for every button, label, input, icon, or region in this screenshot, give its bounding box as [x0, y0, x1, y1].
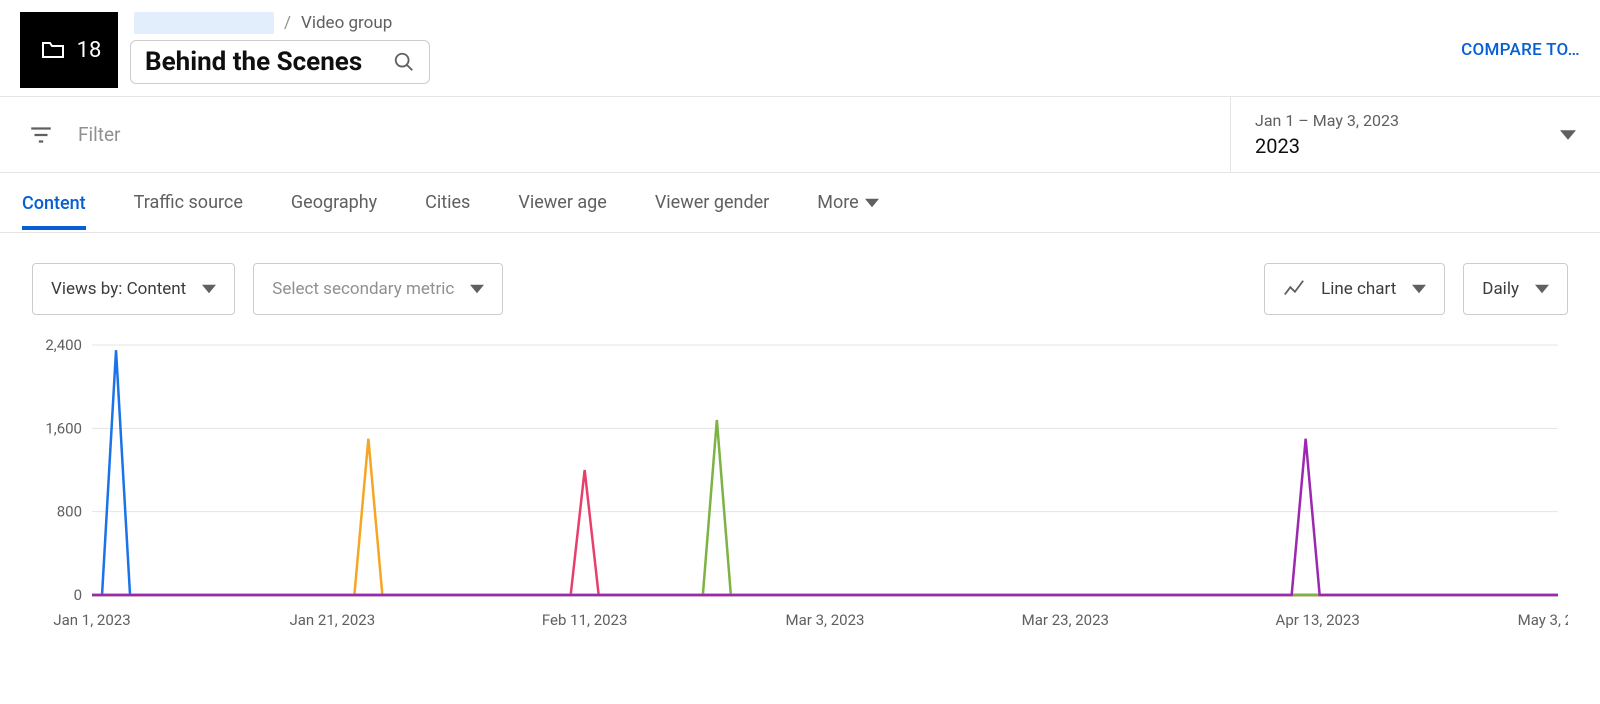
tab-viewer-age[interactable]: Viewer age — [518, 176, 606, 229]
chevron-down-icon — [865, 196, 879, 210]
date-year-text: 2023 — [1255, 134, 1399, 158]
svg-text:Mar 23, 2023: Mar 23, 2023 — [1022, 611, 1109, 629]
svg-text:Apr 13, 2023: Apr 13, 2023 — [1276, 611, 1360, 629]
chart-type-label: Line chart — [1321, 279, 1396, 299]
tabs-row: Content Traffic source Geography Cities View… — [0, 173, 1600, 233]
folder-badge[interactable]: 18 — [20, 12, 118, 88]
svg-text:2,400: 2,400 — [45, 336, 82, 354]
secondary-metric-dropdown[interactable]: Select secondary metric — [253, 263, 503, 315]
views-by-dropdown[interactable]: Views by: Content — [32, 263, 235, 315]
search-icon — [393, 51, 415, 73]
tab-traffic-source[interactable]: Traffic source — [134, 176, 243, 229]
compare-to-button[interactable]: COMPARE TO… — [1461, 40, 1580, 60]
chart-series-series-2 — [92, 439, 1558, 595]
chart-series-series-4 — [92, 420, 1558, 595]
filter-placeholder: Filter — [78, 123, 120, 146]
chart-series-series-5 — [92, 439, 1558, 595]
chevron-down-icon — [202, 282, 216, 296]
svg-text:Mar 3, 2023: Mar 3, 2023 — [786, 611, 865, 629]
tab-content[interactable]: Content — [22, 177, 86, 230]
views-by-label: Views by: Content — [51, 279, 186, 299]
page-title: Behind the Scenes — [145, 47, 383, 77]
secondary-metric-label: Select secondary metric — [272, 279, 454, 299]
title-search[interactable]: Behind the Scenes — [130, 40, 430, 84]
svg-text:Feb 11, 2023: Feb 11, 2023 — [542, 611, 628, 629]
line-chart-icon — [1283, 278, 1305, 300]
folder-icon — [37, 38, 69, 62]
svg-text:May 3, 2023: May 3, 2023 — [1518, 611, 1568, 629]
date-range-picker[interactable]: Jan 1 – May 3, 2023 2023 — [1230, 97, 1600, 172]
svg-text:0: 0 — [74, 586, 82, 604]
chevron-down-icon — [1535, 282, 1549, 296]
filter-icon — [28, 122, 54, 148]
chevron-down-icon — [1560, 127, 1576, 143]
svg-text:Jan 1, 2023: Jan 1, 2023 — [53, 611, 130, 629]
granularity-label: Daily — [1482, 279, 1519, 299]
svg-text:800: 800 — [57, 503, 82, 521]
chart-type-dropdown[interactable]: Line chart — [1264, 263, 1445, 315]
breadcrumb-group-label: Video group — [301, 13, 392, 33]
tab-geography[interactable]: Geography — [291, 176, 377, 229]
tab-more[interactable]: More — [817, 176, 878, 229]
svg-text:Jan 21, 2023: Jan 21, 2023 — [289, 611, 375, 629]
tab-viewer-gender[interactable]: Viewer gender — [655, 176, 769, 229]
tab-cities[interactable]: Cities — [425, 176, 470, 229]
date-range-text: Jan 1 – May 3, 2023 — [1255, 111, 1399, 130]
folder-count: 18 — [77, 38, 102, 63]
chevron-down-icon — [1412, 282, 1426, 296]
breadcrumb-channel[interactable] — [134, 12, 274, 34]
chart-series-series-1 — [92, 350, 1558, 595]
svg-text:1,600: 1,600 — [45, 419, 82, 437]
breadcrumb-separator: / — [284, 13, 291, 33]
chart-svg: 0 800 1,600 2,400 Jan 1, 2023 Jan 21, 2023 Feb… — [32, 335, 1568, 635]
chevron-down-icon — [470, 282, 484, 296]
chart-series-series-3 — [92, 470, 1558, 595]
chart: 0 800 1,600 2,400 Jan 1, 2023 Jan 21, 2023 Feb… — [0, 335, 1600, 655]
breadcrumb: / Video group — [130, 12, 1449, 34]
filter-input[interactable]: Filter — [0, 97, 1230, 172]
granularity-dropdown[interactable]: Daily — [1463, 263, 1568, 315]
